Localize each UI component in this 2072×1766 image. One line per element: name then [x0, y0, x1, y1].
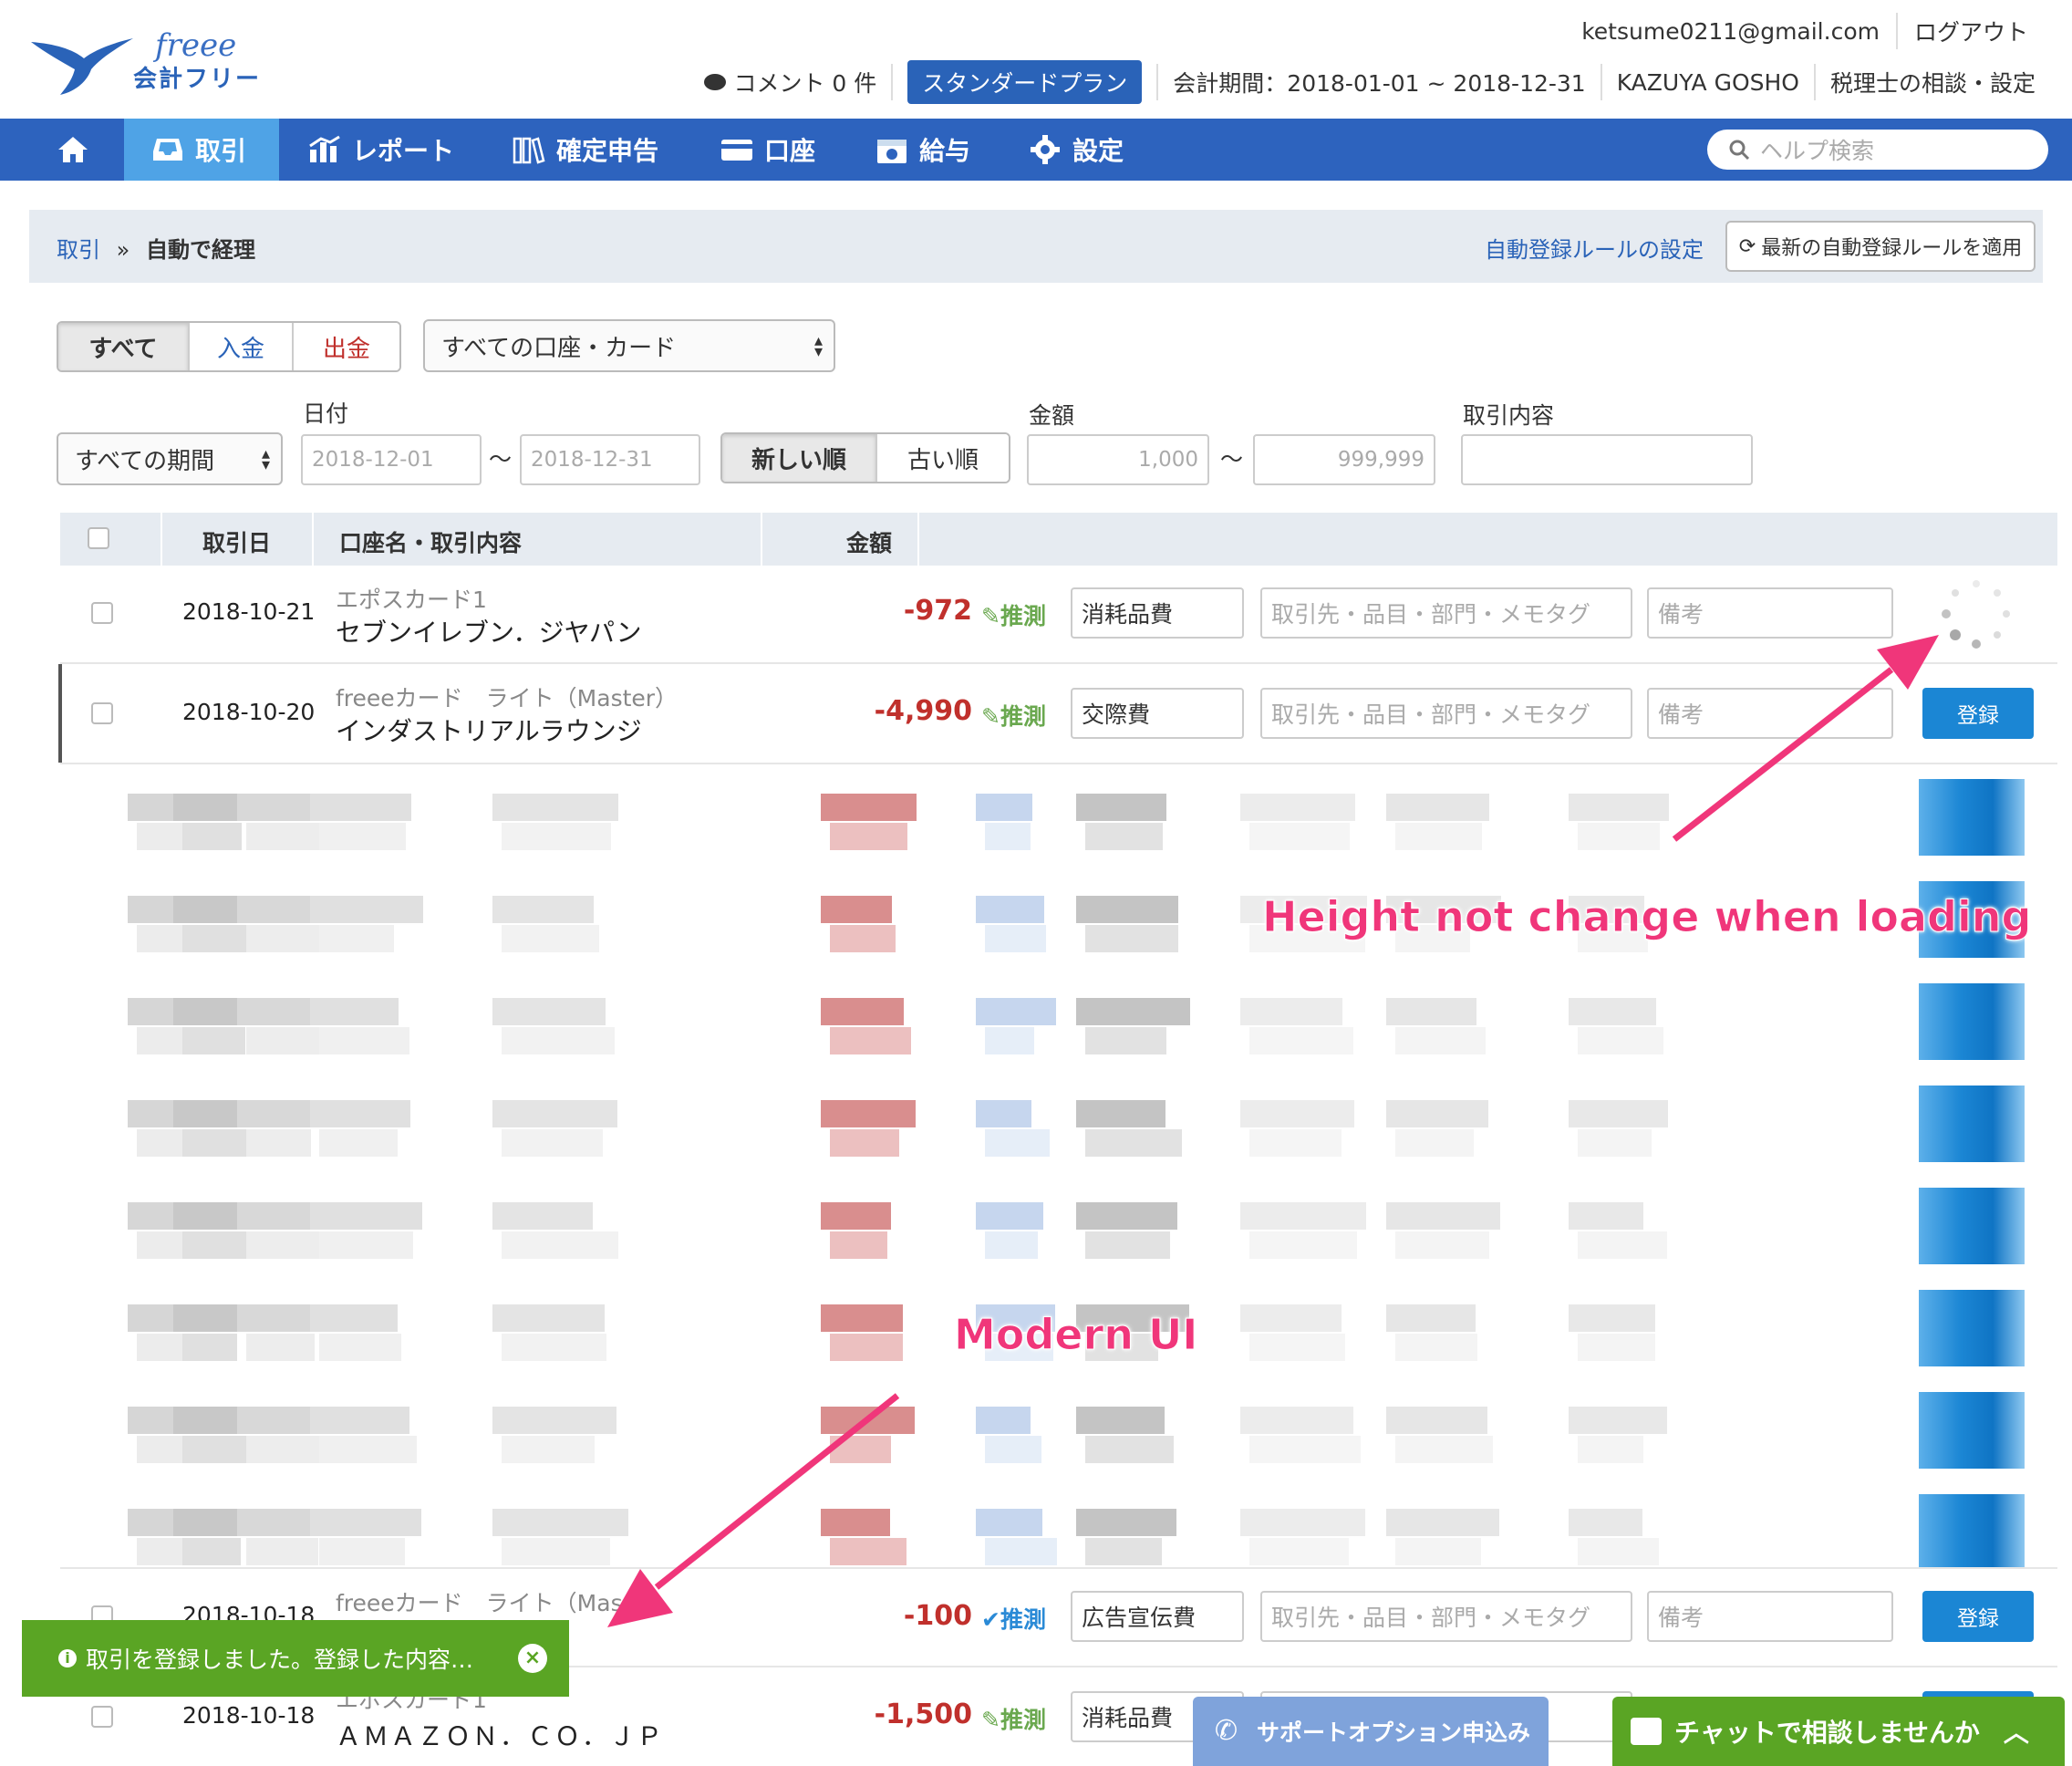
annotation-modern-ui: Modern UI	[953, 1310, 1198, 1360]
phone-icon: ✆	[1215, 1715, 1238, 1747]
chat-consult-button[interactable]: チャットで相談しませんか ︿	[1612, 1697, 2065, 1766]
toast-message: 取引を登録しました。登録した内容…	[86, 1647, 474, 1673]
toast-close-icon[interactable]: ×	[518, 1644, 547, 1673]
annotation-loading: Height not change when loading	[1261, 892, 2032, 942]
annotation-arrows	[607, 635, 1939, 1627]
success-toast[interactable]: i 取引を登録しました。登録した内容… ×	[22, 1620, 569, 1697]
chat-label: チャットで相談しませんか	[1674, 1718, 1980, 1748]
info-icon: i	[58, 1649, 77, 1667]
chevron-up-icon: ︿	[2003, 1718, 2029, 1748]
support-option-button[interactable]: ✆ サポートオプション申込み	[1193, 1697, 1549, 1766]
chat-bubble-icon	[1631, 1718, 1662, 1745]
support-label: サポートオプション申込み	[1257, 1719, 1531, 1746]
